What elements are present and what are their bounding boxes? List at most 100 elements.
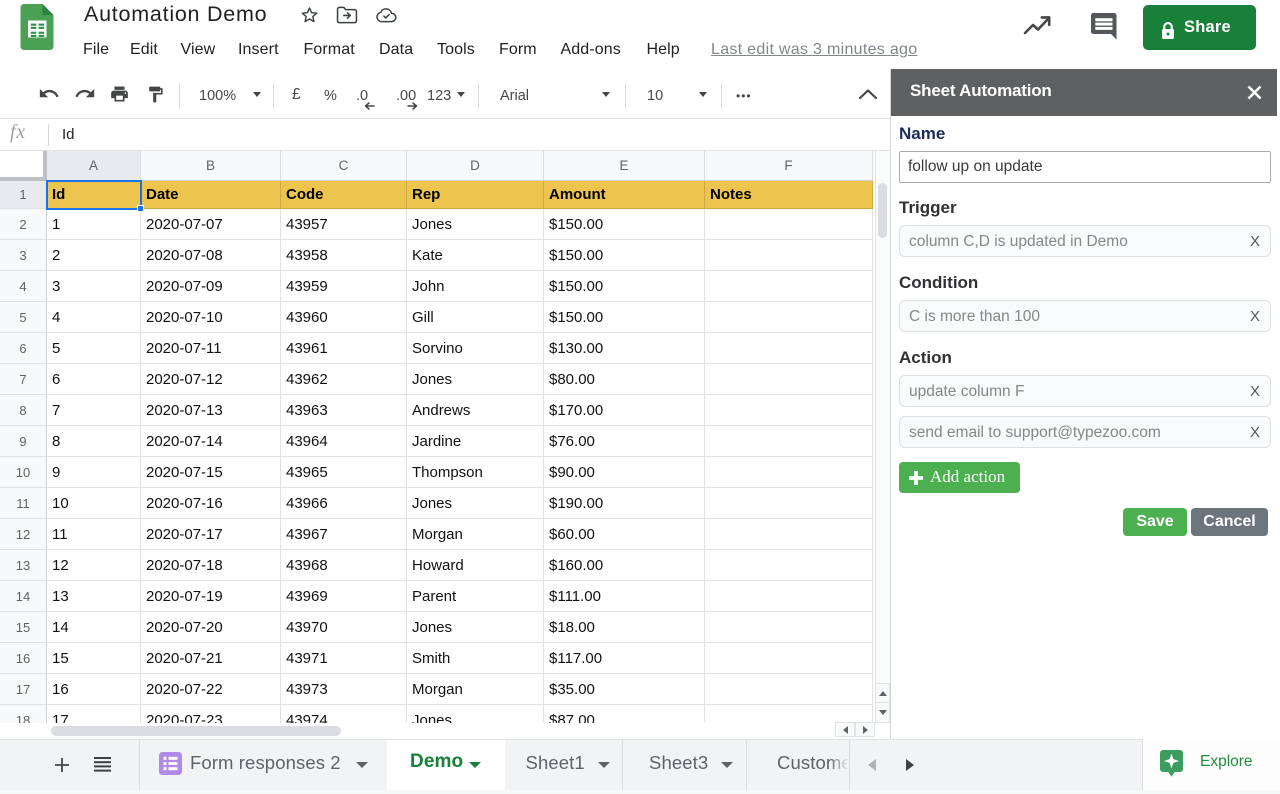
cell-D10[interactable]: Thompson [407,457,544,488]
formula-bar-value[interactable]: Id [62,126,75,143]
cell-E14[interactable]: $111.00 [544,581,705,612]
cell-D3[interactable]: Kate [407,240,544,271]
cell-A1[interactable]: Id [47,181,141,209]
cell-C18[interactable]: 43974 [281,705,407,723]
cell-B9[interactable]: 2020-07-14 [141,426,281,457]
cell-B16[interactable]: 2020-07-21 [141,643,281,674]
cell-F15[interactable] [705,612,873,643]
cell-A15[interactable]: 14 [47,612,141,643]
cell-C10[interactable]: 43965 [281,457,407,488]
tab-customers[interactable]: Customers [746,740,849,790]
menu-add-ons[interactable]: Add-ons [561,38,621,62]
cell-E18[interactable]: $87.00 [544,705,705,723]
cell-A16[interactable]: 15 [47,643,141,674]
cell-C9[interactable]: 43964 [281,426,407,457]
cell-B2[interactable]: 2020-07-07 [141,209,281,240]
cell-D12[interactable]: Morgan [407,519,544,550]
undo-icon[interactable] [38,85,60,104]
menu-insert[interactable]: Insert [238,38,279,62]
row-header-8[interactable]: 8 [0,395,47,426]
cell-D2[interactable]: Jones [407,209,544,240]
select-all-corner[interactable] [0,151,47,181]
cell-F17[interactable] [705,674,873,705]
cell-F18[interactable] [705,705,873,723]
cell-C2[interactable]: 43957 [281,209,407,240]
tab-caret-icon[interactable] [469,762,481,768]
cell-B17[interactable]: 2020-07-22 [141,674,281,705]
cell-A3[interactable]: 2 [47,240,141,271]
cell-C6[interactable]: 43961 [281,333,407,364]
scroll-up-button[interactable] [875,683,890,703]
close-icon[interactable] [1247,85,1262,100]
menu-data[interactable]: Data [379,38,413,62]
menu-help[interactable]: Help [647,38,680,62]
sheets-logo-icon[interactable] [20,4,54,50]
cell-A7[interactable]: 6 [47,364,141,395]
cell-F6[interactable] [705,333,873,364]
cell-D4[interactable]: John [407,271,544,302]
tabs-scroll-right-icon[interactable] [906,759,914,771]
column-header-E[interactable]: E [544,151,705,181]
cell-C4[interactable]: 43959 [281,271,407,302]
remove-condition-button[interactable]: X [1250,308,1260,325]
cell-C1[interactable]: Code [281,181,407,209]
row-header-4[interactable]: 4 [0,271,47,302]
row-header-18[interactable]: 18 [0,705,47,723]
cell-B6[interactable]: 2020-07-11 [141,333,281,364]
cell-D15[interactable]: Jones [407,612,544,643]
tab-form-responses[interactable]: Form responses 2 [143,740,381,790]
tab-caret-icon[interactable] [598,762,610,768]
cell-E16[interactable]: $117.00 [544,643,705,674]
cell-E4[interactable]: $150.00 [544,271,705,302]
cell-B12[interactable]: 2020-07-17 [141,519,281,550]
horizontal-scrollbar[interactable] [47,723,835,737]
action-chip-2[interactable]: send email to support@typezoo.com X [899,416,1271,448]
cell-F9[interactable] [705,426,873,457]
cell-C8[interactable]: 43963 [281,395,407,426]
column-header-F[interactable]: F [705,151,873,181]
row-header-15[interactable]: 15 [0,612,47,643]
column-header-B[interactable]: B [141,151,281,181]
save-button[interactable]: Save [1123,508,1187,536]
spreadsheet-grid[interactable]: ABCDEF1IdDateCodeRepAmountNotes212020-07… [0,151,890,723]
share-button[interactable]: Share [1143,5,1256,50]
more-toolbar-button[interactable]: ••• [736,86,752,106]
add-sheet-icon[interactable] [54,757,70,773]
cell-A14[interactable]: 13 [47,581,141,612]
last-edit-status[interactable]: Last edit was 3 minutes ago [711,38,917,62]
cell-D13[interactable]: Howard [407,550,544,581]
row-header-9[interactable]: 9 [0,426,47,457]
cell-A17[interactable]: 16 [47,674,141,705]
cell-A12[interactable]: 11 [47,519,141,550]
cell-B3[interactable]: 2020-07-08 [141,240,281,271]
cell-C3[interactable]: 43958 [281,240,407,271]
cell-D6[interactable]: Sorvino [407,333,544,364]
cell-C12[interactable]: 43967 [281,519,407,550]
cell-F8[interactable] [705,395,873,426]
cell-C11[interactable]: 43966 [281,488,407,519]
cell-D9[interactable]: Jardine [407,426,544,457]
row-header-3[interactable]: 3 [0,240,47,271]
column-header-D[interactable]: D [407,151,544,181]
all-sheets-icon[interactable] [94,757,111,772]
cell-A10[interactable]: 9 [47,457,141,488]
print-icon[interactable] [109,84,130,104]
paint-format-icon[interactable] [146,85,165,104]
name-input[interactable] [899,151,1271,183]
row-header-16[interactable]: 16 [0,643,47,674]
row-header-14[interactable]: 14 [0,581,47,612]
cell-E13[interactable]: $160.00 [544,550,705,581]
row-header-7[interactable]: 7 [0,364,47,395]
formula-bar[interactable]: fx Id [0,119,890,151]
tabs-scroll-left-icon[interactable] [868,759,876,771]
cell-F12[interactable] [705,519,873,550]
cell-A9[interactable]: 8 [47,426,141,457]
menu-edit[interactable]: Edit [130,38,158,62]
star-icon[interactable] [299,5,320,25]
cell-D7[interactable]: Jones [407,364,544,395]
menu-format[interactable]: Format [304,38,355,62]
cell-E17[interactable]: $35.00 [544,674,705,705]
cell-F16[interactable] [705,643,873,674]
cell-C15[interactable]: 43970 [281,612,407,643]
cell-D18[interactable]: Jones [407,705,544,723]
